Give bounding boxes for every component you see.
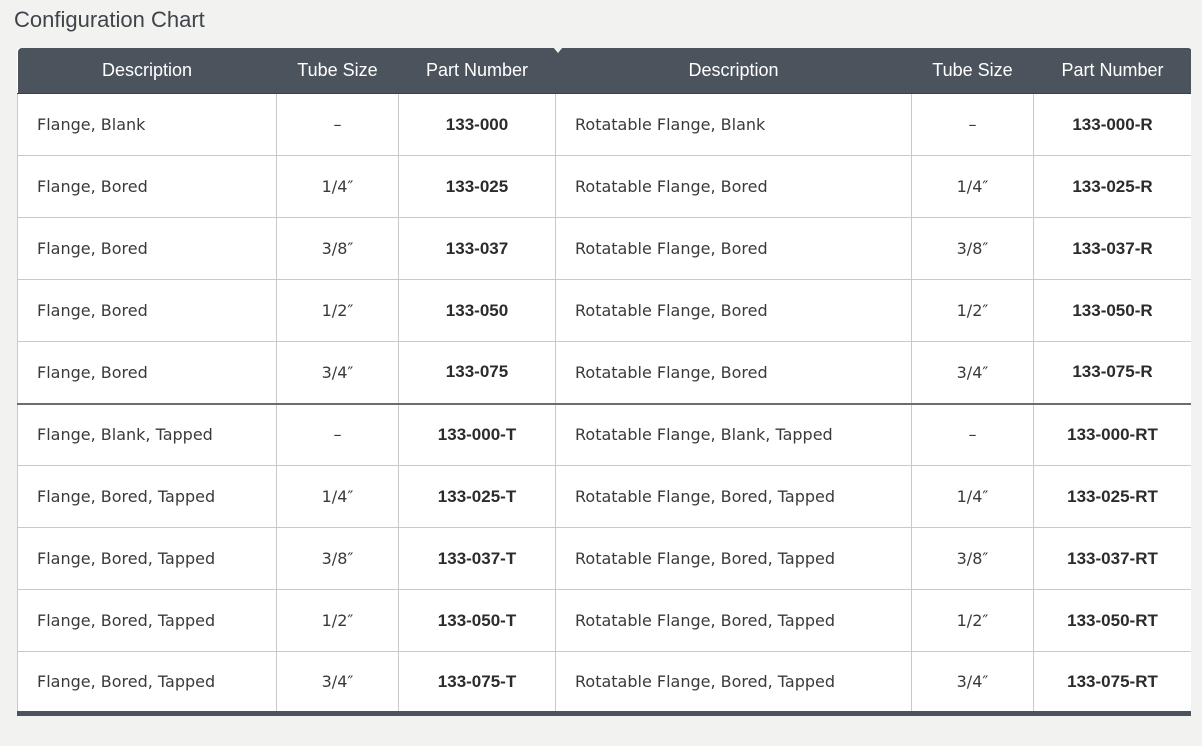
rotatable-description-cell: Rotatable Flange, Bored, Tapped [555,589,912,652]
table-row: Flange, Bored 1/2″ 133-050 Rotatable Fla… [17,279,1191,342]
description-cell: Flange, Bored, Tapped [17,527,277,590]
configuration-table: Description Tube Size Part Number Descri… [17,48,1191,716]
tube-size-cell: 3/4″ [276,651,399,716]
tube-size-cell: 3/8″ [276,217,399,280]
rotatable-description-cell: Rotatable Flange, Blank, Tapped [555,403,912,466]
rotatable-tube-size-cell: 3/8″ [911,217,1034,280]
description-cell: Flange, Bored [17,341,277,405]
rotatable-tube-size-cell: 1/2″ [911,279,1034,342]
rotatable-tube-size-cell: 3/8″ [911,527,1034,590]
rotatable-part-number-cell: 133-000-RT [1033,403,1191,466]
tube-size-cell: 3/8″ [276,527,399,590]
rotatable-tube-size-cell: 3/4″ [911,341,1034,405]
description-cell: Flange, Bored [17,155,277,218]
rotatable-part-number-cell: 133-025-R [1033,155,1191,218]
rotatable-tube-size-cell: – [911,93,1034,156]
table-row: Flange, Bored, Tapped 3/8″ 133-037-T Rot… [17,527,1191,590]
rotatable-description-cell: Rotatable Flange, Bored, Tapped [555,465,912,528]
rotatable-part-number-cell: 133-037-RT [1033,527,1191,590]
part-number-cell: 133-075-T [398,651,556,716]
table-header: Description Tube Size Part Number Descri… [17,48,1191,94]
part-number-cell: 133-075 [398,341,556,405]
header-description-right: Description [555,48,912,94]
configuration-table-wrapper: Description Tube Size Part Number Descri… [17,48,1191,736]
rotatable-tube-size-cell: 1/4″ [911,155,1034,218]
tube-size-cell: 1/4″ [276,155,399,218]
header-part-number-right: Part Number [1033,48,1191,94]
part-number-cell: 133-037-T [398,527,556,590]
table-row: Flange, Bored, Tapped 1/2″ 133-050-T Rot… [17,589,1191,652]
table-body: Flange, Blank – 133-000 Rotatable Flange… [17,93,1191,716]
rotatable-description-cell: Rotatable Flange, Blank [555,93,912,156]
rotatable-description-cell: Rotatable Flange, Bored [555,341,912,405]
description-cell: Flange, Blank [17,93,277,156]
header-row: Description Tube Size Part Number Descri… [17,48,1191,94]
tube-size-cell: 1/2″ [276,589,399,652]
part-number-cell: 133-050 [398,279,556,342]
rotatable-tube-size-cell: – [911,403,1034,466]
rotatable-tube-size-cell: 3/4″ [911,651,1034,716]
table-row: Flange, Bored, Tapped 3/4″ 133-075-T Rot… [17,651,1191,716]
description-cell: Flange, Bored [17,279,277,342]
tube-size-cell: – [276,93,399,156]
rotatable-part-number-cell: 133-037-R [1033,217,1191,280]
rotatable-description-cell: Rotatable Flange, Bored, Tapped [555,651,912,716]
rotatable-part-number-cell: 133-050-RT [1033,589,1191,652]
rotatable-part-number-cell: 133-025-RT [1033,465,1191,528]
description-cell: Flange, Blank, Tapped [17,403,277,466]
part-number-cell: 133-000-T [398,403,556,466]
header-tube-size-right: Tube Size [911,48,1034,94]
description-cell: Flange, Bored, Tapped [17,465,277,528]
description-cell: Flange, Bored, Tapped [17,589,277,652]
rotatable-part-number-cell: 133-000-R [1033,93,1191,156]
tube-size-cell: 3/4″ [276,341,399,405]
description-cell: Flange, Bored, Tapped [17,651,277,716]
rotatable-part-number-cell: 133-050-R [1033,279,1191,342]
table-row: Flange, Blank, Tapped – 133-000-T Rotata… [17,403,1191,466]
table-row: Flange, Bored 3/4″ 133-075 Rotatable Fla… [17,341,1191,405]
rotatable-part-number-cell: 133-075-RT [1033,651,1191,716]
table-row: Flange, Bored 3/8″ 133-037 Rotatable Fla… [17,217,1191,280]
rotatable-part-number-cell: 133-075-R [1033,341,1191,405]
part-number-cell: 133-000 [398,93,556,156]
description-cell: Flange, Bored [17,217,277,280]
tube-size-cell: 1/4″ [276,465,399,528]
part-number-cell: 133-025-T [398,465,556,528]
table-row: Flange, Bored, Tapped 1/4″ 133-025-T Rot… [17,465,1191,528]
tube-size-cell: 1/2″ [276,279,399,342]
tube-size-cell: – [276,403,399,466]
rotatable-tube-size-cell: 1/4″ [911,465,1034,528]
header-part-number-left: Part Number [398,48,556,94]
rotatable-description-cell: Rotatable Flange, Bored [555,279,912,342]
part-number-cell: 133-025 [398,155,556,218]
part-number-cell: 133-050-T [398,589,556,652]
header-divider-notch [553,48,563,53]
header-tube-size-left: Tube Size [276,48,399,94]
rotatable-description-cell: Rotatable Flange, Bored [555,217,912,280]
table-row: Flange, Bored 1/4″ 133-025 Rotatable Fla… [17,155,1191,218]
part-number-cell: 133-037 [398,217,556,280]
table-row: Flange, Blank – 133-000 Rotatable Flange… [17,93,1191,156]
header-description-left: Description [17,48,277,94]
rotatable-description-cell: Rotatable Flange, Bored, Tapped [555,527,912,590]
page-title: Configuration Chart [14,7,205,32]
rotatable-tube-size-cell: 1/2″ [911,589,1034,652]
rotatable-description-cell: Rotatable Flange, Bored [555,155,912,218]
